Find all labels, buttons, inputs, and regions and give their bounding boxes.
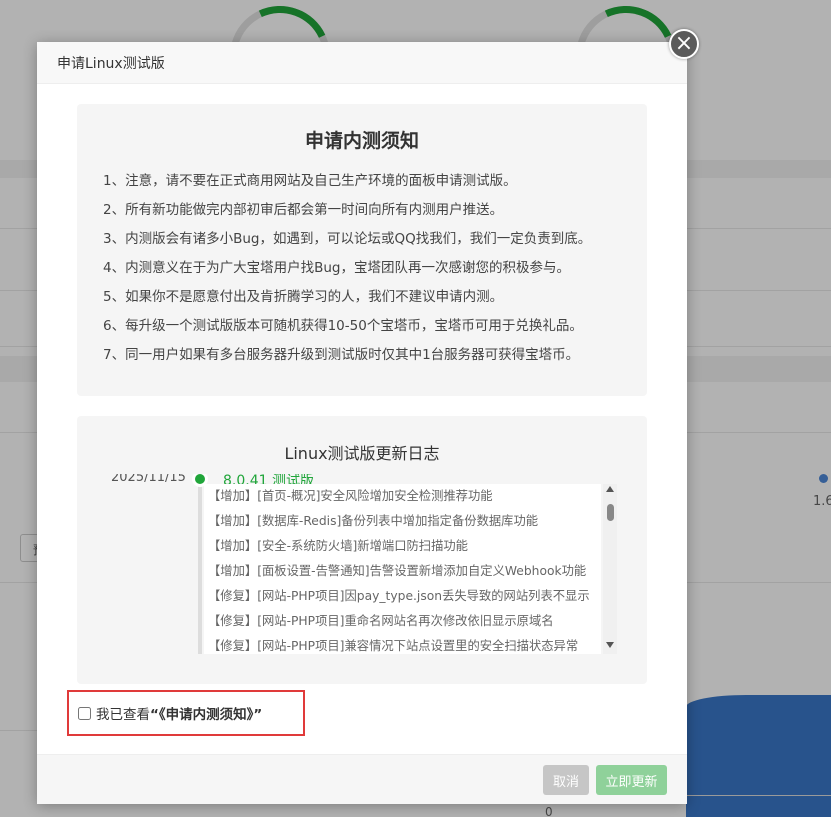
notice-item: 4、内测意义在于为广大宝塔用户找Bug，宝塔团队再一次感谢您的积极参与。 bbox=[103, 260, 570, 276]
modal-header: 申请Linux测试版 bbox=[37, 42, 687, 84]
notice-item: 5、如果你不是愿意付出及肯折腾学习的人，我们不建议申请内测。 bbox=[103, 289, 504, 305]
confirm-read-checkbox[interactable] bbox=[78, 706, 91, 720]
update-now-button[interactable]: 立即更新 bbox=[596, 765, 667, 795]
notice-item: 1、注意，请不要在正式商用网站及自己生产环境的面板申请测试版。 bbox=[103, 173, 517, 189]
close-icon[interactable]: × bbox=[669, 29, 699, 59]
modal-footer: 取消 立即更新 bbox=[37, 754, 687, 804]
confirm-read-row[interactable]: 我已查看 “《申请内测须知》” bbox=[67, 690, 305, 736]
notice-panel: 申请内测须知 1、注意，请不要在正式商用网站及自己生产环境的面板申请测试版。 2… bbox=[77, 104, 647, 396]
apply-beta-modal: 申请Linux测试版 申请内测须知 1、注意，请不要在正式商用网站及自己生产环境… bbox=[37, 42, 687, 804]
changelog-panel: Linux测试版更新日志 2025/11/15 8.0.41 测试版 【增加】[… bbox=[77, 416, 647, 684]
changelog-date: 2025/11/15 bbox=[111, 474, 186, 485]
timeline-line bbox=[198, 486, 202, 654]
notice-item: 6、每升级一个测试版版本可随机获得10-50个宝塔币，宝塔币可用于兑换礼品。 bbox=[103, 318, 583, 334]
notice-item: 7、同一用户如果有多台服务器升级到测试版时仅其中1台服务器可获得宝塔币。 bbox=[103, 347, 580, 363]
changelog-scrollbar[interactable] bbox=[603, 484, 617, 654]
changelog-entry: 【增加】[面板设置-告警通知]告警设置新增添加自定义Webhook功能 bbox=[208, 564, 587, 578]
scroll-thumb[interactable] bbox=[607, 504, 614, 521]
scroll-up-arrow-icon[interactable] bbox=[606, 486, 614, 492]
changelog-entry: 【增加】[首页-概况]安全风险增加安全检测推荐功能 bbox=[208, 489, 493, 503]
cancel-button[interactable]: 取消 bbox=[543, 765, 589, 795]
notice-item: 2、所有新功能做完内部初审后都会第一时间向所有内测用户推送。 bbox=[103, 202, 504, 218]
confirm-read-label: 我已查看 bbox=[96, 707, 150, 723]
changelog-entry: 【修复】[网站-PHP项目]重命名网站名再次修改依旧显示原域名 bbox=[208, 614, 554, 628]
notice-item: 3、内测版会有诸多小Bug，如遇到，可以论坛或QQ找我们，我们一定负责到底。 bbox=[103, 231, 592, 247]
confirm-doc-link[interactable]: “《申请内测须知》” bbox=[150, 703, 262, 723]
changelog-entry: 【增加】[数据库-Redis]备份列表中增加指定备份数据库功能 bbox=[208, 514, 539, 528]
modal-title: 申请Linux测试版 bbox=[57, 55, 165, 72]
notice-title: 申请内测须知 bbox=[304, 130, 419, 152]
changelog-scroll-area[interactable]: 2025/11/15 8.0.41 测试版 【增加】[首页-概况]安全风险增加安… bbox=[99, 474, 623, 654]
changelog-entry: 【修复】[网站-PHP项目]兼容情况下站点设置里的安全扫描状态异常 bbox=[208, 639, 579, 653]
changelog-entry: 【增加】[安全-系统防火墙]新增端口防扫描功能 bbox=[208, 539, 468, 553]
scroll-down-arrow-icon[interactable] bbox=[606, 642, 614, 648]
changelog-entry: 【修复】[网站-PHP项目]因pay_type.json丢失导致的网站列表不显示 bbox=[208, 589, 590, 603]
changelog-entries: 【增加】[首页-概况]安全风险增加安全检测推荐功能 【增加】[数据库-Redis… bbox=[204, 484, 601, 654]
changelog-title: Linux测试版更新日志 bbox=[284, 444, 440, 463]
